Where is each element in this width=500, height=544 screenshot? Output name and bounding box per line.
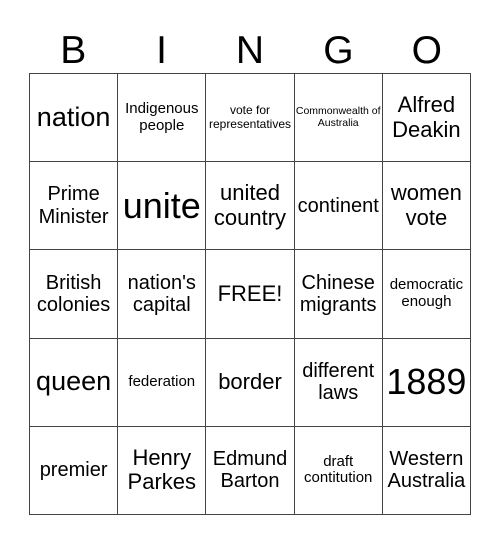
bingo-cell[interactable]: British colonies <box>30 250 119 339</box>
bingo-cell[interactable]: unite <box>118 162 207 251</box>
cell-text: British colonies <box>36 271 111 316</box>
cell-text: continent <box>297 194 379 217</box>
cell-text: democratic enough <box>389 276 464 310</box>
header-letter-b: B <box>60 29 87 72</box>
bingo-cell[interactable]: border <box>206 338 295 427</box>
cell-text: Prime Minister <box>38 183 109 228</box>
bingo-cell[interactable]: continent <box>294 162 383 251</box>
cell-text: vote for representatives <box>208 103 292 131</box>
cell-text: nation's capital <box>127 271 196 316</box>
bingo-cell[interactable]: Indigenous people <box>118 74 207 163</box>
bingo-cell[interactable]: nation <box>30 74 119 163</box>
bingo-cell[interactable]: premier <box>30 426 119 515</box>
bingo-cell[interactable]: democratic enough <box>382 250 471 339</box>
bingo-cell[interactable]: vote for representatives <box>206 74 295 163</box>
cell-text: women vote <box>390 180 462 230</box>
cell-text: federation <box>128 372 196 390</box>
cell-text: Chinese migrants <box>299 271 377 316</box>
bingo-cell[interactable]: Commonwealth of Australia <box>294 74 383 163</box>
bingo-cell[interactable]: Edmund Barton <box>206 426 295 515</box>
cell-text: border <box>218 368 282 394</box>
bingo-cell[interactable]: nation's capital <box>118 250 207 339</box>
bingo-grid: nation Indigenous people vote for repres… <box>29 73 471 515</box>
bingo-cell[interactable]: different laws <box>294 338 383 427</box>
bingo-cell[interactable]: 1889 <box>382 338 471 427</box>
cell-text: Henry Parkes <box>127 444 197 495</box>
bingo-cell[interactable]: queen <box>30 338 119 427</box>
cell-text: nation <box>36 101 111 132</box>
cell-text: Edmund Barton <box>212 448 288 493</box>
cell-text: 1889 <box>386 361 467 403</box>
cell-text: Alfred Deakin <box>392 91 461 142</box>
header-letter-o: O <box>411 29 442 72</box>
free-space-text: FREE! <box>217 280 283 306</box>
cell-text: queen <box>36 366 112 397</box>
cell-text: Western Australia <box>387 448 466 493</box>
bingo-header: B I N G O <box>29 28 471 73</box>
cell-text: different laws <box>302 359 375 405</box>
bingo-cell[interactable]: Henry Parkes <box>118 426 207 515</box>
cell-text: united country <box>213 180 287 230</box>
bingo-cell[interactable]: united country <box>206 162 295 251</box>
bingo-cell[interactable]: Western Australia <box>382 426 471 515</box>
header-letter-i: I <box>156 29 168 72</box>
cell-text: Indigenous people <box>125 99 199 134</box>
cell-text: Commonwealth of Australia <box>295 104 381 129</box>
cell-text: unite <box>122 184 201 226</box>
bingo-cell[interactable]: Alfred Deakin <box>382 74 471 163</box>
bingo-cell[interactable]: federation <box>118 338 207 427</box>
free-space-cell[interactable]: FREE! <box>206 250 295 339</box>
header-letter-g: G <box>323 29 354 72</box>
bingo-cell[interactable]: Chinese migrants <box>294 250 383 339</box>
header-letter-n: N <box>235 29 265 72</box>
bingo-cell[interactable]: Prime Minister <box>30 162 119 251</box>
bingo-cell[interactable]: draft contitution <box>294 426 383 515</box>
cell-text: premier <box>39 459 108 482</box>
bingo-cell[interactable]: women vote <box>382 162 471 251</box>
cell-text: draft contitution <box>304 452 373 487</box>
